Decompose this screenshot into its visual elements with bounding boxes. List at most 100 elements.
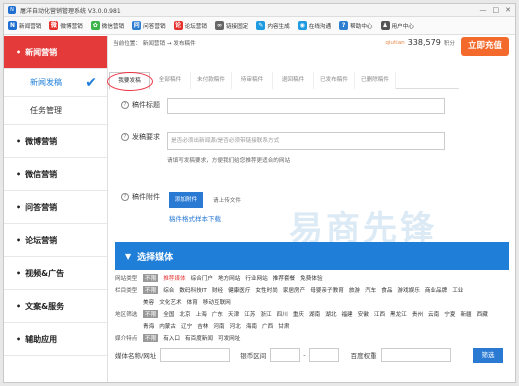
media-name-input[interactable]: [160, 348, 231, 362]
filter-option[interactable]: 工业: [452, 286, 463, 294]
template-download-link[interactable]: 稿件格式样本下载: [169, 213, 221, 223]
filter-option[interactable]: 美容: [143, 298, 154, 306]
sidebar-item[interactable]: • 辅助应用: [4, 323, 107, 356]
tab[interactable]: 已删除稿件: [355, 72, 396, 89]
filter-option[interactable]: 天津: [228, 310, 239, 318]
price-max-input[interactable]: [308, 348, 339, 362]
requirement-input[interactable]: 是否必须出新闻源/是否必须带链接联系方式: [167, 132, 445, 150]
toolbar-item-forum[interactable]: 论论坛营销: [173, 21, 207, 30]
filter-option[interactable]: 甘肃: [278, 322, 289, 330]
toolbar-item-news[interactable]: N 新闻营销: [8, 21, 41, 30]
filter-option[interactable]: 青海: [143, 322, 154, 330]
filter-option[interactable]: 安徽: [358, 310, 369, 318]
maximize-button[interactable]: □: [493, 6, 500, 14]
tab[interactable]: 退回稿件: [273, 72, 314, 89]
sidebar-subitem[interactable]: 新闻发稿 ✔: [4, 69, 107, 97]
filter-option[interactable]: 旅游: [349, 286, 360, 294]
filter-option[interactable]: 商业品牌: [425, 286, 447, 294]
help-icon[interactable]: ?: [121, 193, 129, 201]
filter-option[interactable]: 广东: [212, 310, 223, 318]
filter-option[interactable]: 浙江: [260, 310, 271, 318]
toolbar-item-content[interactable]: ✎ 内容生成: [256, 21, 290, 30]
filter-option[interactable]: 行业网站: [245, 274, 267, 282]
filter-option[interactable]: 河南: [213, 322, 224, 330]
filter-option[interactable]: 重庆: [293, 310, 304, 318]
recharge-button[interactable]: 立即充值: [461, 37, 509, 56]
filter-option[interactable]: 汽车: [365, 286, 376, 294]
toolbar-item-qa[interactable]: 问问答营销: [132, 21, 166, 30]
tab[interactable]: 我要发稿: [107, 72, 153, 91]
filter-option[interactable]: 健康医疗: [228, 286, 250, 294]
toolbar-item-chat[interactable]: ◉ 在线沟通: [297, 21, 331, 30]
sidebar-subitem[interactable]: 任务管理: [4, 97, 107, 125]
filter-option[interactable]: 推荐媒体: [163, 274, 185, 282]
toolbar-item-help[interactable]: ? 帮助中心: [339, 21, 373, 30]
filter-option[interactable]: 移动互联网: [203, 298, 231, 306]
filter-option[interactable]: 宁夏: [444, 310, 455, 318]
filter-option[interactable]: 江苏: [244, 310, 255, 318]
filter-option[interactable]: 广西: [262, 322, 273, 330]
filter-option[interactable]: 有入口: [163, 334, 180, 342]
title-input[interactable]: [167, 98, 445, 114]
filter-option[interactable]: 湖北: [325, 310, 336, 318]
filter-option[interactable]: 新疆: [460, 310, 471, 318]
filter-option[interactable]: 江西: [374, 310, 385, 318]
sidebar-item[interactable]: • 微信营销: [4, 158, 107, 191]
filter-option[interactable]: 文化艺术: [159, 298, 181, 306]
filter-option[interactable]: 不限: [143, 286, 159, 294]
filter-option[interactable]: 不限: [143, 274, 159, 282]
filter-option[interactable]: 母婴亲子教育: [310, 286, 344, 294]
filter-option[interactable]: 贵州: [412, 310, 423, 318]
close-button[interactable]: ✕: [505, 6, 511, 14]
tab[interactable]: 待审稿件: [232, 72, 273, 89]
sidebar-item[interactable]: • 问答营销: [4, 191, 107, 224]
help-icon[interactable]: ?: [121, 101, 129, 109]
toolbar-item-wechat[interactable]: ✿ 微信营销: [90, 21, 124, 30]
sidebar-item[interactable]: • 论坛营销: [4, 224, 107, 257]
filter-option[interactable]: 海南: [246, 322, 257, 330]
filter-option[interactable]: 辽宁: [181, 322, 192, 330]
filter-option[interactable]: 内蒙古: [159, 322, 176, 330]
filter-option[interactable]: 吉林: [197, 322, 208, 330]
filter-option[interactable]: 湖南: [309, 310, 320, 318]
filter-option[interactable]: 免费体验: [300, 274, 322, 282]
filter-option[interactable]: 食品: [381, 286, 392, 294]
filter-option[interactable]: 云南: [428, 310, 439, 318]
filter-option[interactable]: 黑龙江: [390, 310, 407, 318]
filter-option[interactable]: 综合: [163, 286, 174, 294]
sidebar-item[interactable]: • 视频&广告: [4, 257, 107, 290]
minimize-button[interactable]: —: [480, 6, 487, 14]
filter-option[interactable]: 地方网站: [218, 274, 240, 282]
filter-button[interactable]: 筛选: [473, 347, 503, 363]
filter-option[interactable]: 推荐套餐: [273, 274, 295, 282]
toolbar-item-weibo[interactable]: 微微博营销: [49, 21, 83, 30]
filter-option[interactable]: 数码科技IT: [179, 286, 206, 294]
filter-option[interactable]: 四川: [277, 310, 288, 318]
sidebar-item[interactable]: • 微博营销: [4, 125, 107, 158]
filter-option[interactable]: 体育: [187, 298, 198, 306]
baidu-weight-input[interactable]: [380, 348, 451, 362]
select-media-header[interactable]: ▼ 选择媒体: [115, 242, 509, 270]
tab[interactable]: 已发布稿件: [314, 72, 355, 89]
filter-option[interactable]: 全国: [163, 310, 174, 318]
filter-option[interactable]: 游戏娱乐: [397, 286, 419, 294]
filter-option[interactable]: 综合门户: [191, 274, 213, 282]
filter-option[interactable]: 北京: [179, 310, 190, 318]
filter-option[interactable]: 财经: [212, 286, 223, 294]
toolbar-item-link[interactable]: ∞ 链接固定: [214, 21, 248, 30]
toolbar-item-user[interactable]: ♟ 用户中心: [380, 21, 414, 30]
tab[interactable]: 未付款稿件: [191, 72, 232, 89]
filter-option[interactable]: 不限: [143, 310, 159, 318]
add-attachment-button[interactable]: 添加附件: [169, 192, 203, 208]
help-icon[interactable]: ?: [121, 133, 129, 141]
sidebar-item[interactable]: • 新闻营销: [4, 36, 107, 69]
filter-option[interactable]: 不限: [143, 334, 159, 342]
price-min-input[interactable]: [270, 348, 301, 362]
filter-option[interactable]: 有百度新闻: [185, 334, 213, 342]
filter-option[interactable]: 家居房产: [283, 286, 305, 294]
filter-option[interactable]: 河北: [230, 322, 241, 330]
filter-option[interactable]: 女性时尚: [255, 286, 277, 294]
filter-option[interactable]: 福建: [341, 310, 352, 318]
filter-option[interactable]: 西藏: [477, 310, 488, 318]
sidebar-item[interactable]: • 文案&服务: [4, 290, 107, 323]
